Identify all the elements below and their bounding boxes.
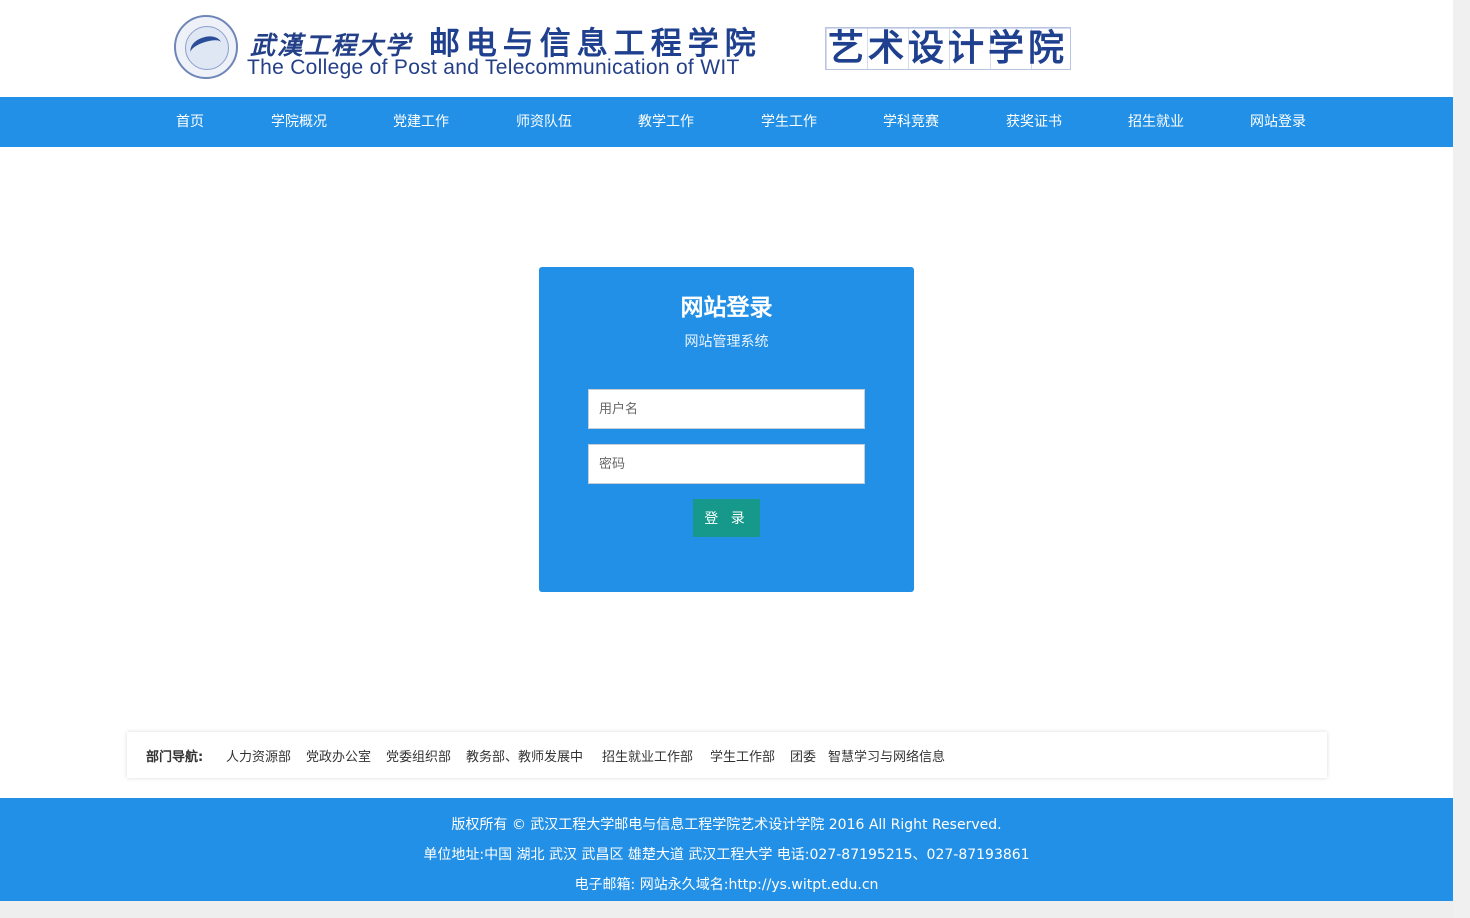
dept-link-office[interactable]: 党政办公室	[306, 746, 371, 765]
login-button[interactable]: 登 录	[693, 499, 760, 537]
nav-item-admissions[interactable]: 招生就业	[1128, 97, 1184, 147]
dept-link-smart-learning[interactable]: 智慧学习与网络信息	[828, 746, 945, 765]
university-seal-logo	[174, 15, 238, 79]
dept-link-academic-affairs[interactable]: 教务部、教师发展中	[466, 746, 583, 765]
site-header: 武漢工程大学 邮电与信息工程学院 The College of Post and…	[0, 0, 1453, 97]
nav-item-about[interactable]: 学院概况	[271, 97, 327, 147]
department-nav-label: 部门导航:	[146, 750, 204, 765]
site-footer: 版权所有 © 武汉工程大学邮电与信息工程学院艺术设计学院 2016 All Ri…	[0, 798, 1453, 901]
main-nav: 首页 学院概况 党建工作 师资队伍 教学工作 学生工作 学科竞赛 获奖证书 招生…	[0, 97, 1453, 147]
vertical-scrollbar[interactable]	[1453, 0, 1470, 918]
dept-link-hr[interactable]: 人力资源部	[226, 746, 291, 765]
nav-item-faculty[interactable]: 师资队伍	[516, 97, 572, 147]
nav-item-party[interactable]: 党建工作	[393, 97, 449, 147]
nav-item-home[interactable]: 首页	[176, 97, 204, 147]
footer-address: 单位地址:中国 湖北 武汉 武昌区 雄楚大道 武汉工程大学 电话:027-871…	[423, 847, 1030, 863]
login-subtitle: 网站管理系统	[684, 334, 769, 350]
footer-contact: 电子邮箱: 网站永久域名:http://ys.witpt.edu.cn	[574, 877, 879, 893]
dept-link-organization[interactable]: 党委组织部	[386, 746, 451, 765]
dept-link-admissions[interactable]: 招生就业工作部	[602, 746, 693, 765]
nav-item-students[interactable]: 学生工作	[761, 97, 817, 147]
college-name-en: The College of Post and Telecommunicatio…	[247, 56, 740, 79]
nav-item-teaching[interactable]: 教学工作	[638, 97, 694, 147]
nav-item-competitions[interactable]: 学科竞赛	[883, 97, 939, 147]
nav-item-login[interactable]: 网站登录	[1250, 97, 1306, 147]
password-input[interactable]	[588, 444, 865, 484]
username-input[interactable]	[588, 389, 865, 429]
footer-copyright: 版权所有 © 武汉工程大学邮电与信息工程学院艺术设计学院 2016 All Ri…	[451, 817, 1002, 833]
page-bottom-gap	[0, 901, 1453, 918]
nav-item-awards[interactable]: 获奖证书	[1006, 97, 1062, 147]
dept-link-youth-league[interactable]: 团委	[790, 746, 816, 765]
login-title: 网站登录	[680, 295, 773, 321]
page: 武漢工程大学 邮电与信息工程学院 The College of Post and…	[0, 0, 1453, 918]
department-name-logo: 艺术设计学院	[825, 27, 1072, 70]
dept-link-student-affairs[interactable]: 学生工作部	[710, 746, 775, 765]
